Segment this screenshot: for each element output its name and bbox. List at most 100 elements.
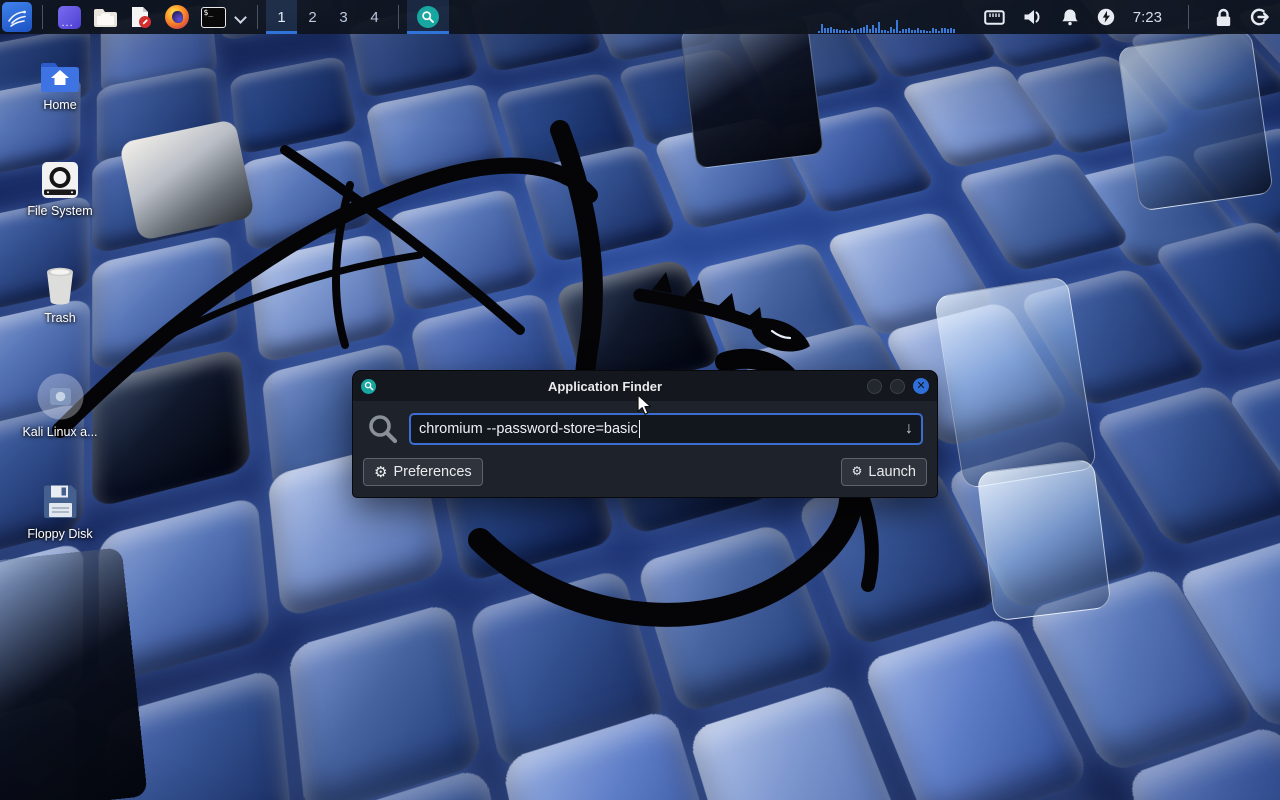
application-finder-window: Application Finder ✕ chromium --password… [352,370,938,498]
viz-bar [866,25,868,33]
viz-bar [944,28,946,33]
launcher-file-manager[interactable] [90,0,120,34]
viz-bar [836,29,838,33]
window-app-icon: ... [58,6,81,29]
viz-bar [917,28,919,33]
taskbar-application-finder[interactable] [407,0,449,34]
viz-bar [878,22,880,33]
top-panel: ... $_ 1 2 3 4 [0,0,1280,34]
desktop-icon-label: Kali Linux a... [22,425,97,439]
desktop-icon-home[interactable]: Home [14,59,106,112]
viz-bar [860,28,862,33]
viz-bar [926,31,928,33]
trash-icon [39,264,81,306]
folder-icon [93,7,118,28]
desktop-icon-kali-linux[interactable]: Kali Linux a... [14,373,106,439]
launcher-window-switcher[interactable]: ... [54,0,84,34]
kali-faded-icon [37,373,84,420]
viz-bar [833,29,835,33]
logout-icon[interactable] [1250,8,1270,26]
panel-separator [398,5,399,29]
launch-label: Launch [868,464,916,480]
chevron-down-icon[interactable] [235,12,245,22]
kali-menu-button[interactable] [2,2,32,32]
launcher-text-editor[interactable] [126,0,156,34]
viz-bar [938,31,940,33]
floppy-icon [40,482,80,522]
viz-bar [887,31,889,33]
drive-icon [41,161,79,199]
desktop-icon-label: Trash [44,311,76,325]
viz-bar [884,30,886,33]
power-manager-icon[interactable] [1097,8,1115,26]
viz-bar [932,28,934,33]
network-icon[interactable] [984,9,1005,26]
viz-bar [923,30,925,33]
viz-bar [953,29,955,33]
desktop-icon-label: Home [43,98,76,112]
viz-bar [896,20,898,33]
maximize-button[interactable] [890,379,905,394]
dropdown-arrow-icon[interactable]: ↓ [905,420,913,438]
mouse-cursor [637,394,653,416]
viz-bar [848,31,850,33]
viz-bar [914,30,916,33]
panel-separator [1188,5,1189,29]
viz-bar [899,31,901,34]
viz-bar [827,28,829,33]
terminal-icon: $_ [201,7,226,28]
preferences-button[interactable]: ⚙ Preferences [363,458,483,486]
viz-bar [905,29,907,33]
workspace-1[interactable]: 1 [266,0,297,34]
run-gear-icon: ⚙ [852,465,863,477]
firefox-icon [165,5,189,29]
command-input[interactable]: chromium --password-store=basic ↓ [409,413,923,445]
volume-icon[interactable] [1023,8,1043,26]
launch-button[interactable]: ⚙ Launch [841,458,927,486]
viz-bar [818,31,820,33]
desktop-icon-file-system[interactable]: File System [14,161,106,218]
viz-bar [950,28,952,33]
window-title: Application Finder [353,379,857,394]
viz-bar [824,28,826,33]
desktop-icon-label: Floppy Disk [27,527,92,541]
viz-bar [854,30,856,33]
viz-bar [863,27,865,33]
panel-separator [42,5,43,29]
viz-bar [881,30,883,33]
desktop-icon-floppy-disk[interactable]: Floppy Disk [14,482,106,541]
application-finder-icon [417,6,439,28]
lock-icon[interactable] [1215,8,1232,27]
gear-icon: ⚙ [374,465,387,480]
viz-bar [941,28,943,33]
launcher-firefox[interactable] [162,0,192,34]
viz-bar [851,28,853,33]
panel-separator [257,5,258,29]
workspace-4[interactable]: 4 [359,0,390,34]
viz-bar [890,27,892,33]
notifications-bell-icon[interactable] [1061,8,1079,26]
viz-bar [929,31,931,33]
command-input-text: chromium --password-store=basic [419,421,638,437]
workspace-3[interactable]: 3 [328,0,359,34]
viz-bar [908,28,910,33]
minimize-button[interactable] [867,379,882,394]
viz-bar [842,30,844,33]
kali-logo-icon [6,6,28,28]
workspace-2[interactable]: 2 [297,0,328,34]
viz-bar [821,24,823,33]
preferences-label: Preferences [393,464,471,480]
document-edit-icon [130,5,152,29]
desktop-icon-trash[interactable]: Trash [14,264,106,325]
viz-bar [902,29,904,33]
viz-bar [845,30,847,33]
close-button[interactable]: ✕ [913,378,929,394]
home-folder-icon [39,59,81,93]
viz-bar [920,30,922,33]
viz-bar [935,29,937,34]
viz-bar [830,27,832,33]
viz-bar [893,29,895,33]
launcher-terminal[interactable]: $_ [198,0,228,34]
text-caret [639,420,641,438]
panel-clock[interactable]: 7:23 [1133,9,1162,26]
